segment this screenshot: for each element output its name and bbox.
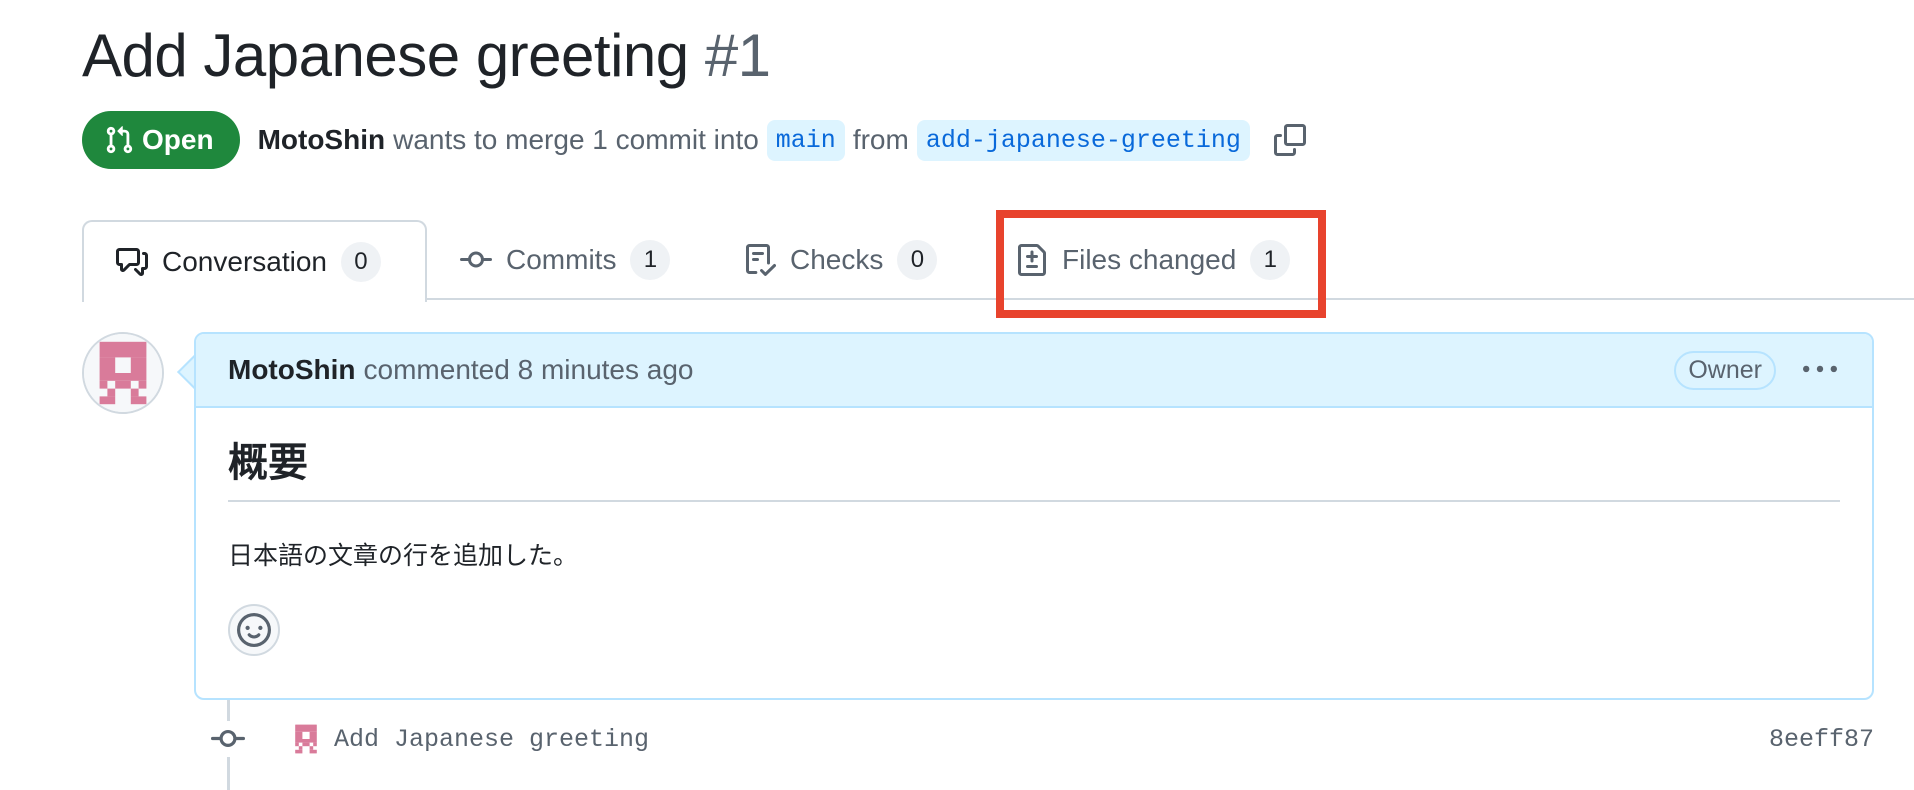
git-commit-icon [210, 721, 246, 757]
head-branch-link[interactable]: add-japanese-greeting [916, 119, 1250, 161]
owner-badge: Owner [1674, 350, 1776, 390]
page-title: Add Japanese greeting #1 [82, 18, 771, 94]
timeline-commit-item: Add Japanese greeting 8eeff87 [210, 714, 1874, 764]
copy-icon [1273, 124, 1306, 156]
tab-files-changed-label: Files changed [1062, 244, 1237, 275]
pr-meta: Open MotoShin wants to merge 1 commit in… [82, 110, 1308, 170]
comment-options-button[interactable] [1800, 350, 1840, 390]
tab-conversation[interactable]: Conversation 0 [82, 220, 427, 302]
add-reaction-button[interactable] [228, 604, 280, 656]
tab-checks-label: Checks [790, 244, 884, 275]
avatar[interactable] [82, 332, 164, 414]
smiley-icon [237, 613, 271, 647]
git-pull-request-icon [106, 126, 133, 154]
comment-timestamp: commented 8 minutes ago [363, 354, 694, 385]
tab-commits-label: Commits [506, 244, 617, 275]
status-label: Open [142, 124, 214, 155]
comment-body: 概要 日本語の文章の行を追加した。 [196, 408, 1872, 656]
tab-files-changed[interactable]: Files changed 1 [1016, 220, 1291, 300]
tab-files-changed-count: 1 [1250, 240, 1291, 280]
commit-author-avatar[interactable] [288, 721, 324, 757]
commit-message-link[interactable]: Add Japanese greeting [334, 725, 649, 754]
comment-header: MotoShin commented 8 minutes ago Owner [196, 334, 1872, 408]
comment-heading: 概要 [228, 430, 1840, 502]
pr-author-link[interactable]: MotoShin [258, 124, 386, 156]
tab-checks-count: 0 [897, 240, 938, 280]
tab-commits[interactable]: Commits 1 [460, 220, 671, 300]
status-badge: Open [82, 111, 240, 169]
comment-text: 日本語の文章の行を追加した。 [228, 541, 579, 570]
comment-author-link[interactable]: MotoShin [228, 354, 356, 386]
git-commit-icon [460, 251, 492, 268]
base-branch-link[interactable]: main [766, 119, 845, 161]
checklist-icon [746, 244, 776, 276]
commit-sha-link[interactable]: 8eeff87 [1769, 725, 1874, 754]
kebab-horizontal-icon [1803, 365, 1837, 373]
copy-branch-button[interactable] [1272, 122, 1308, 158]
from-text: from [852, 124, 909, 155]
comment-discussion-icon [116, 248, 148, 276]
pull-request-page: Add Japanese greeting #1 Open MotoShin w… [0, 0, 1914, 790]
pr-description-comment: MotoShin commented 8 minutes ago Owner 概… [194, 332, 1874, 700]
tab-conversation-label: Conversation [162, 246, 327, 277]
tab-checks[interactable]: Checks 0 [744, 220, 938, 300]
file-diff-icon [1018, 244, 1046, 276]
tab-commits-count: 1 [630, 240, 671, 280]
pr-tabs: Conversation 0 Commits 1 Checks 0 Files … [82, 220, 1914, 302]
pr-title-text: Add Japanese greeting [82, 22, 689, 89]
merge-description: wants to merge 1 commit into [393, 124, 759, 155]
tab-conversation-count: 0 [340, 242, 381, 282]
pr-number: #1 [704, 22, 771, 89]
identicon-avatar [84, 334, 162, 412]
